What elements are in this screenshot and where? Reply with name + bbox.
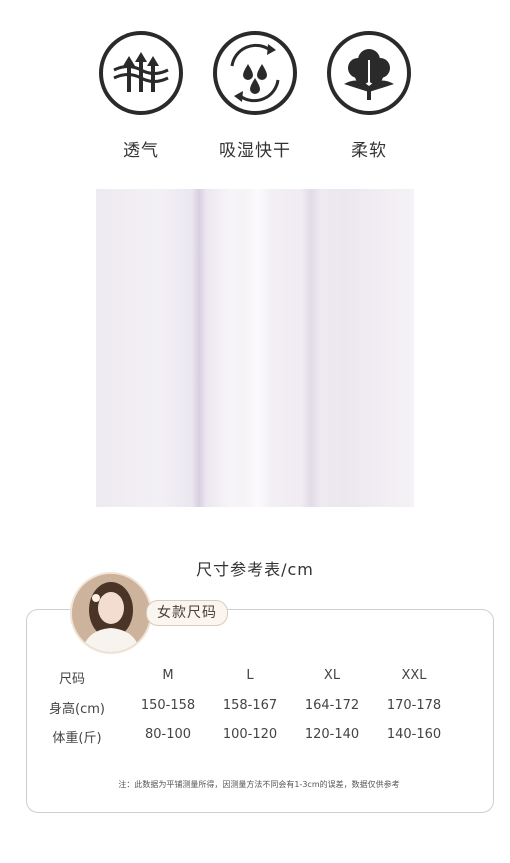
row-label: 身高(cm) <box>49 702 105 717</box>
table-cell: 120-140 <box>304 727 360 742</box>
feature-label: 柔软 <box>351 141 387 161</box>
women-size-badge: 女款尺码 <box>146 600 228 626</box>
header-cell: XXL <box>401 668 427 683</box>
fabric-swatch-image <box>96 189 414 507</box>
header-cell: XL <box>323 668 341 683</box>
table-cell: 140-160 <box>386 727 442 742</box>
feature-moisture-wicking: 吸湿快干 <box>195 30 315 161</box>
table-cell: 80-100 <box>144 727 192 742</box>
table-row: 身高(cm) 150-158 158-167 164-172 170-178 <box>26 698 492 720</box>
table-cell: 150-158 <box>140 698 196 713</box>
row-label: 体重(斤) <box>52 731 102 746</box>
header-cell: M <box>162 668 174 683</box>
feature-label: 透气 <box>123 141 159 161</box>
table-row: 体重(斤) 80-100 100-120 120-140 140-160 <box>26 727 492 749</box>
header-cell: L <box>246 668 254 683</box>
table-cell: 164-172 <box>304 698 360 713</box>
measurement-note: 注：此数据为平铺测量所得，因测量方法不同会有1-3cm的误差，数据仅供参考 <box>118 780 400 789</box>
moisture-wicking-drops-icon <box>212 30 298 116</box>
table-header-row: 尺码 M L XL XXL <box>26 668 492 690</box>
feature-breathable: 透气 <box>81 30 201 161</box>
feature-label: 吸湿快干 <box>219 141 291 161</box>
feature-icons-row: 透气 吸湿快干 柔软 <box>0 30 510 170</box>
feature-soft: 柔软 <box>309 30 429 161</box>
cotton-flower-icon <box>326 30 412 116</box>
table-cell: 158-167 <box>222 698 278 713</box>
table-cell: 170-178 <box>386 698 442 713</box>
breathable-arrows-icon <box>98 30 184 116</box>
size-chart-title: 尺寸参考表/cm <box>196 560 314 579</box>
table-cell: 100-120 <box>222 727 278 742</box>
header-cell: 尺码 <box>58 672 85 687</box>
model-avatar <box>70 572 152 654</box>
